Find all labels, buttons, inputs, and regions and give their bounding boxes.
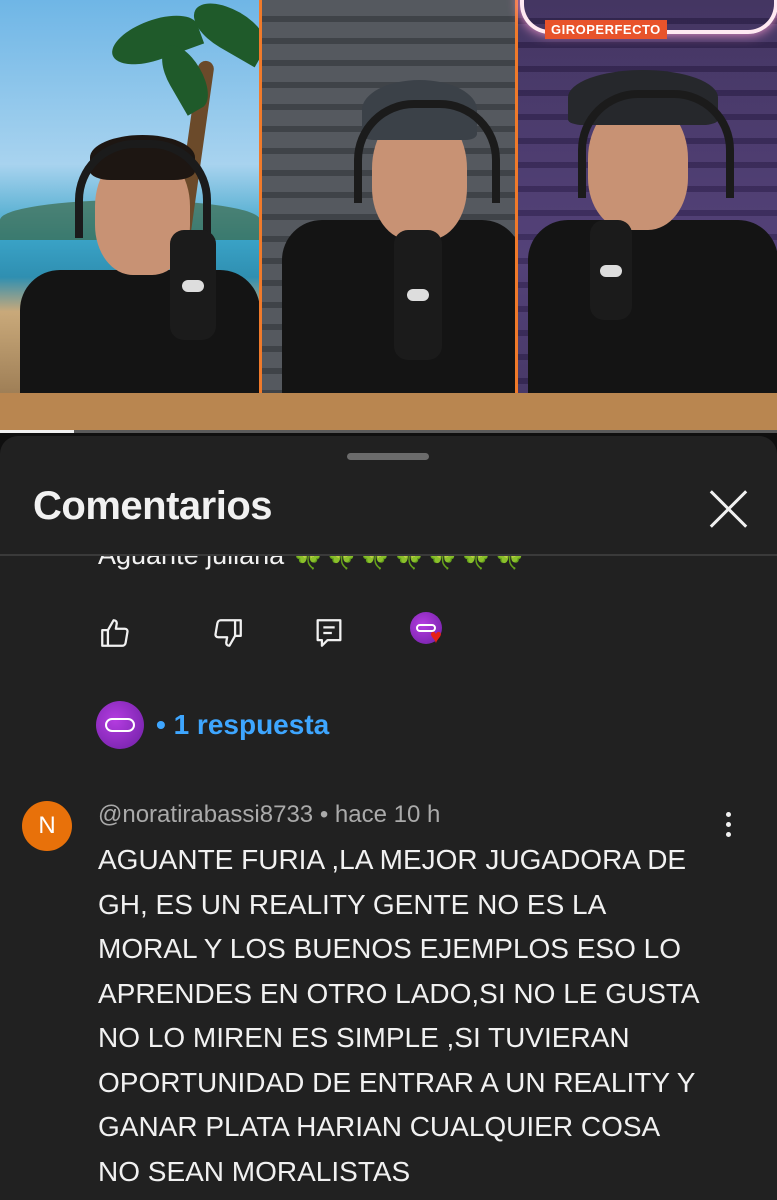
- video-panel-center: [262, 0, 516, 433]
- comment-line: NO LO MIREN ES SIMPLE ,SI TUVIERAN: [98, 1022, 630, 1053]
- reply-icon[interactable]: [312, 616, 346, 650]
- host-left: [20, 120, 260, 433]
- host-right: [518, 60, 777, 433]
- comment-time: • hace 10 h: [313, 801, 441, 828]
- comment-meta: @noratirabassi8733 • hace 10 h: [98, 801, 440, 829]
- comment-line: NO SEAN MORALISTAS: [98, 1155, 411, 1187]
- comments-list[interactable]: Aguante juliana 🍀🍀🍀🍀🍀🍀🍀 ♥ • 1 respuesta: [0, 556, 777, 1200]
- dislike-icon[interactable]: [211, 616, 245, 650]
- comments-title: Comentarios: [33, 484, 273, 528]
- like-icon[interactable]: [98, 616, 132, 650]
- creator-reply-avatar: [96, 701, 144, 749]
- progress-fill: [0, 430, 74, 433]
- video-panel-left: [0, 0, 260, 433]
- panel-divider: [515, 0, 518, 433]
- comment-line: OPORTUNIDAD DE ENTRAR A UN REALITY Y: [98, 1066, 696, 1098]
- drag-handle[interactable]: [347, 453, 429, 460]
- video-panel-right: [518, 0, 777, 433]
- replies-label: • 1 respuesta: [156, 709, 330, 740]
- close-icon[interactable]: [706, 486, 752, 532]
- channel-logo: GIROPERFECTO: [545, 20, 667, 39]
- video-player[interactable]: GIROPERFECTO: [0, 0, 777, 433]
- desk: [0, 393, 777, 433]
- author-avatar[interactable]: N: [22, 801, 72, 851]
- panel-divider: [259, 0, 262, 433]
- more-options-icon[interactable]: [716, 808, 740, 842]
- comment-text: AGUANTE FURIA ,LA MEJOR JUGADORA DE GH, E…: [98, 838, 738, 1194]
- comment-line: GANAR PLATA HARIAN CUALQUIER COSA: [98, 1111, 661, 1142]
- comment-line: GH, ES UN REALITY GENTE NO ES LA: [98, 888, 607, 920]
- comment-author[interactable]: @noratirabassi8733: [98, 801, 313, 828]
- creator-heart-icon: ♥: [410, 612, 444, 648]
- replies-button[interactable]: • 1 respuesta: [96, 700, 329, 750]
- heart-icon: ♥: [430, 626, 442, 648]
- progress-track[interactable]: [0, 430, 777, 433]
- comment-line: APRENDES EN OTRO LADO,SI NO LE GUSTA: [98, 977, 700, 1009]
- comment-line: AGUANTE FURIA ,LA MEJOR JUGADORA DE: [98, 844, 687, 875]
- comment-line: MORAL Y LOS BUENOS EJEMPLOS ESO LO: [98, 933, 682, 964]
- comments-sheet: Comentarios Aguante juliana 🍀🍀🍀🍀🍀🍀🍀 ♥: [0, 436, 777, 1200]
- previous-comment-text: Aguante juliana 🍀🍀🍀🍀🍀🍀🍀: [98, 556, 527, 571]
- host-center: [282, 70, 516, 433]
